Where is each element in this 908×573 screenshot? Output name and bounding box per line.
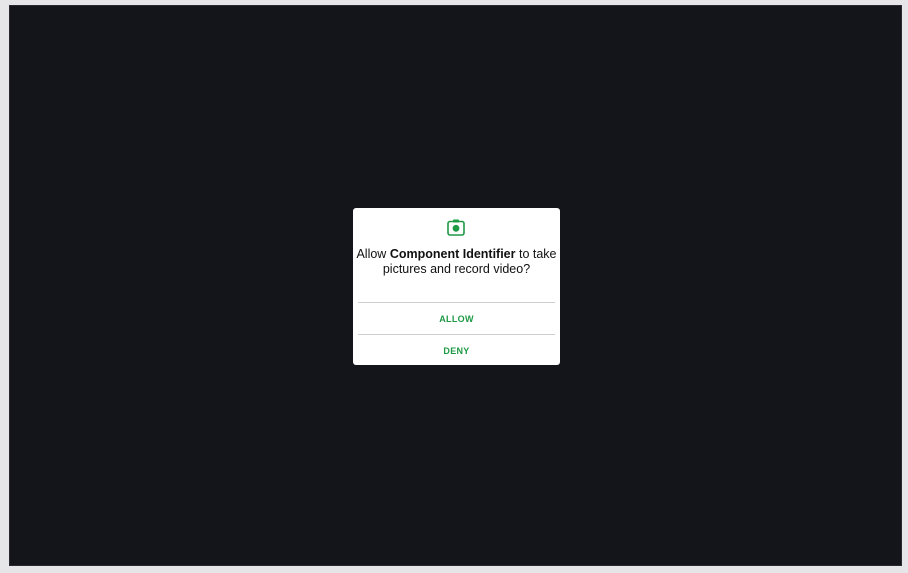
camera-icon xyxy=(447,219,465,236)
deny-button[interactable]: DENY xyxy=(358,335,555,366)
message-prefix: Allow xyxy=(356,247,390,261)
app-screen: Allow Component Identifier to take pictu… xyxy=(9,5,902,566)
allow-button[interactable]: ALLOW xyxy=(358,303,555,334)
permission-dialog: Allow Component Identifier to take pictu… xyxy=(353,208,560,365)
app-name: Component Identifier xyxy=(389,247,516,261)
permission-message: Allow Component Identifier to take pictu… xyxy=(353,247,560,277)
